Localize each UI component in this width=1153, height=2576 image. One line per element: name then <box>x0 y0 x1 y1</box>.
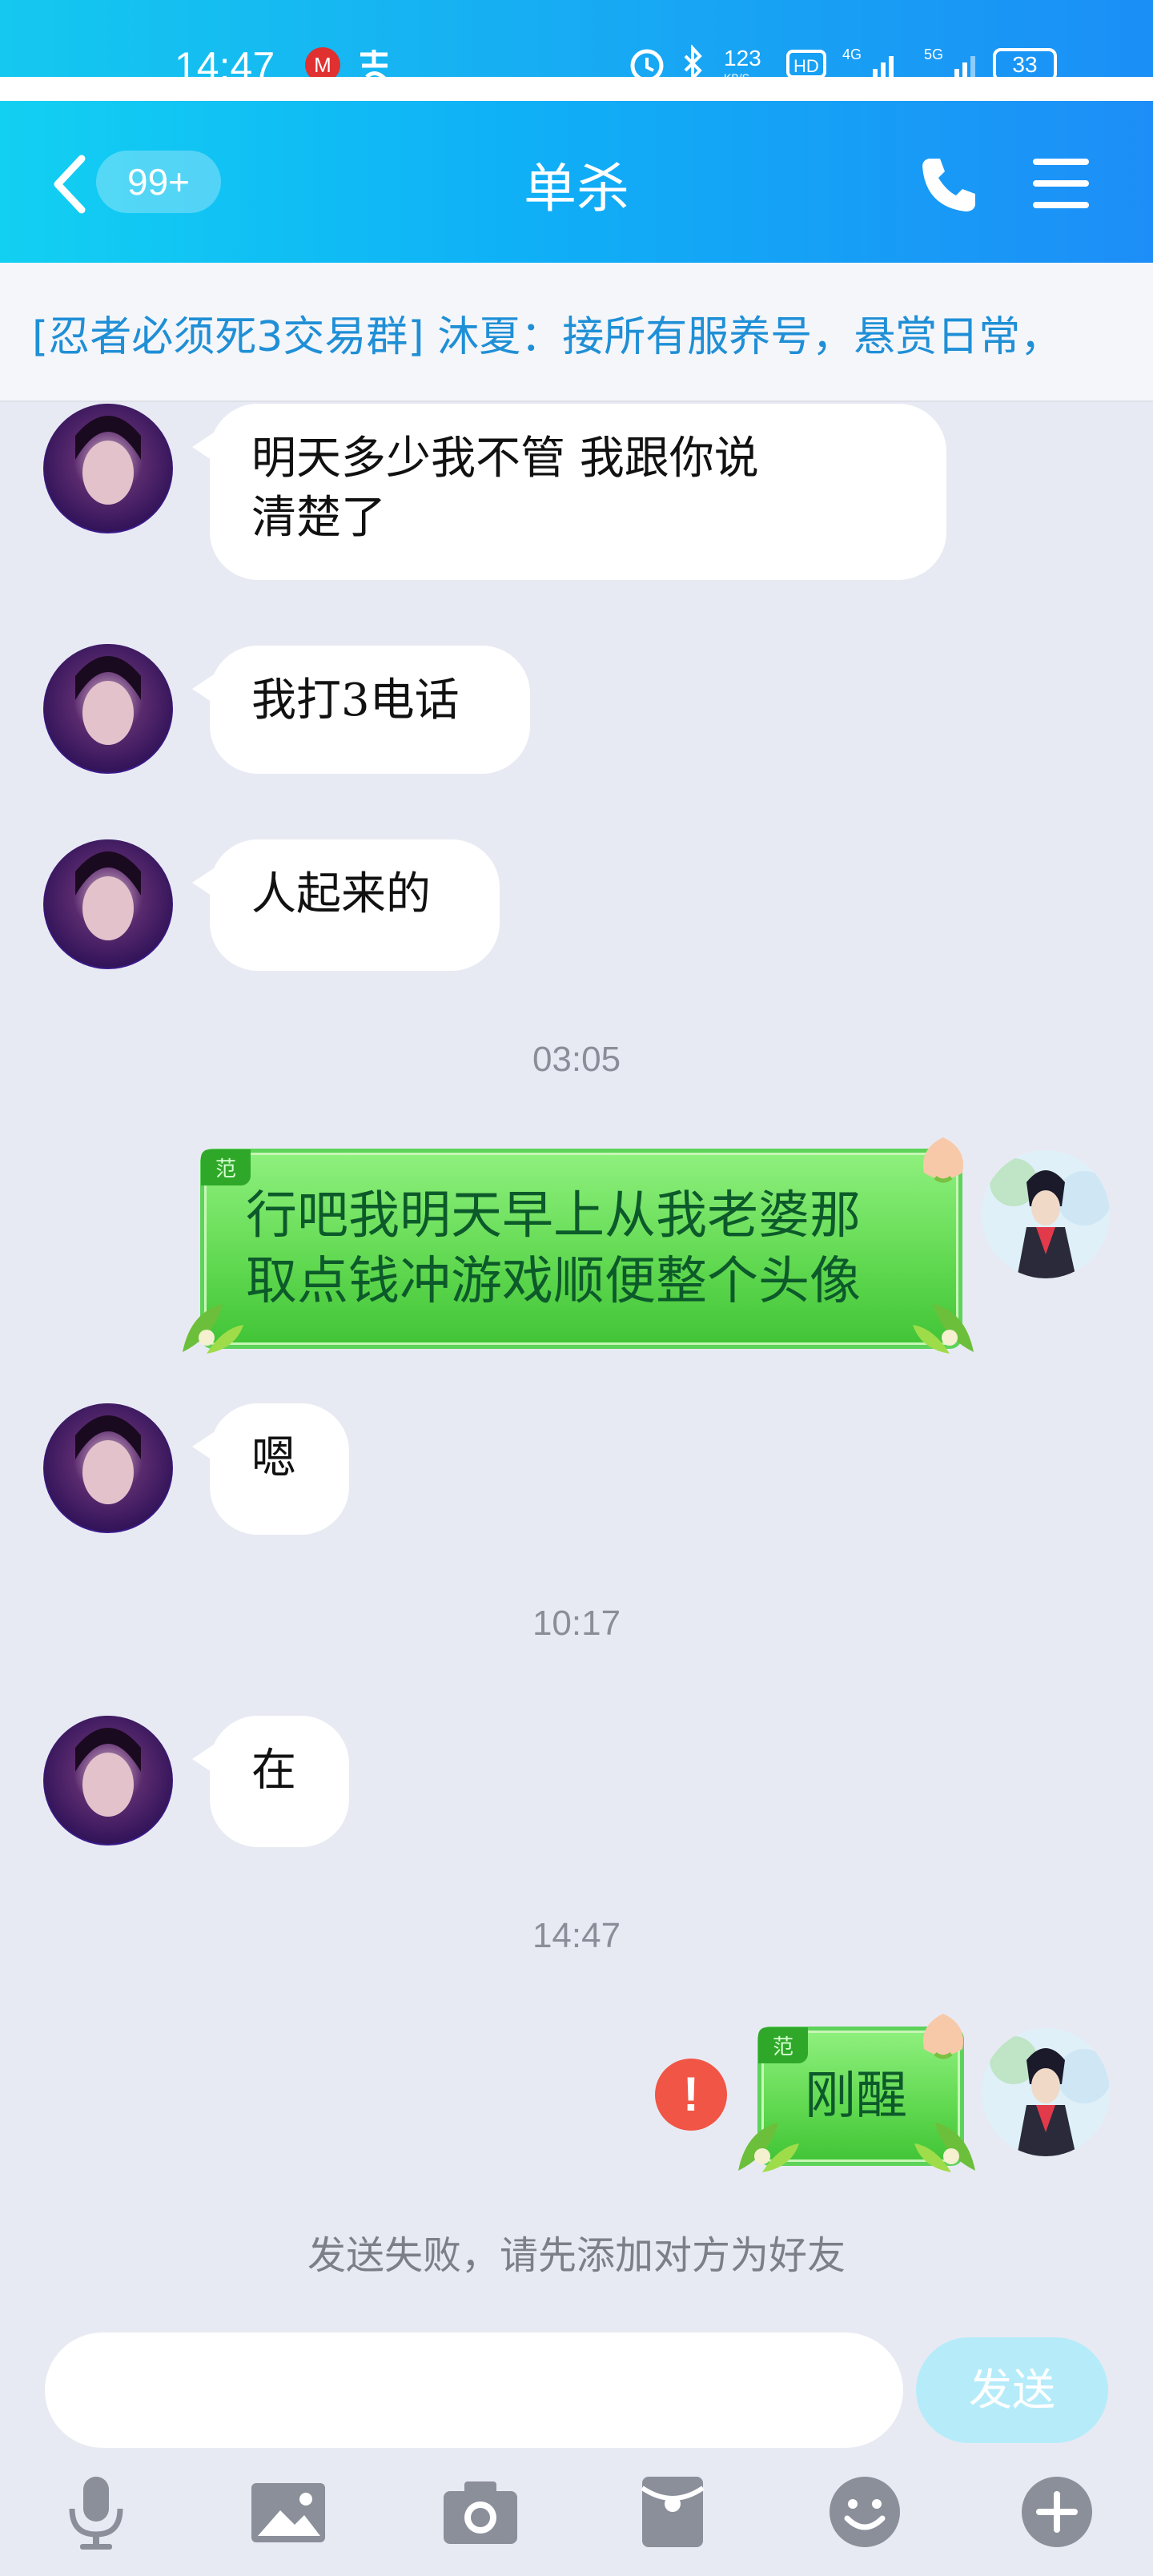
message-text: 嗯 <box>251 1432 296 1484</box>
status-bar: 14:47 M 123 KB/S HD 4G 5G 33 <box>0 0 1153 78</box>
back-arrow-icon[interactable] <box>46 152 91 216</box>
received-message-bubble[interactable]: 明天多少我不管 我跟你说 清楚了 <box>192 404 946 580</box>
received-message-bubble[interactable]: 嗯 <box>192 1403 349 1535</box>
received-message-bubble[interactable]: 人起来的 <box>192 839 500 971</box>
message-text: 我打3电话 <box>251 674 460 727</box>
message-timestamp: 10:17 <box>532 1604 621 1643</box>
group-notice-bar[interactable]: [忍者必须死3交易群] 沐夏：接所有服养号，悬赏日常， <box>0 263 1153 402</box>
message-text: 取点钱冲游戏顺便整个头像 <box>246 1252 861 1311</box>
red-packet-icon[interactable] <box>633 2472 713 2552</box>
sent-message-bubble[interactable]: 范 行吧我明天早上从我老婆那 取点钱冲游戏顺便整个头像 <box>200 1149 962 1349</box>
flower-decoration-icon <box>923 1137 963 1183</box>
microphone-icon[interactable] <box>56 2472 136 2552</box>
leaf-decoration-icon <box>913 1304 974 1354</box>
my-avatar[interactable] <box>982 2028 1110 2156</box>
alarm-icon <box>630 49 664 78</box>
emoji-icon[interactable] <box>825 2472 905 2552</box>
phone-call-icon[interactable] <box>918 154 978 215</box>
plus-icon[interactable] <box>1017 2472 1097 2552</box>
send-failed-icon[interactable]: ! <box>655 2059 727 2131</box>
my-avatar[interactable] <box>982 1150 1110 1278</box>
hd-icon: HD <box>786 50 826 78</box>
message-text: 清楚了 <box>251 492 386 544</box>
contact-avatar[interactable] <box>43 404 173 533</box>
svg-text:5G: 5G <box>924 46 943 62</box>
leaf-decoration-icon <box>914 2123 975 2172</box>
contact-avatar[interactable] <box>43 644 173 774</box>
signal-4g-icon: 4G <box>842 46 894 78</box>
status-divider <box>0 77 1153 101</box>
chat-title: 单杀 <box>524 158 629 219</box>
message-input[interactable] <box>45 2332 903 2448</box>
message-text: 行吧我明天早上从我老婆那 <box>246 1186 861 1246</box>
alipay-icon <box>360 50 388 78</box>
svg-text:M: M <box>314 53 331 77</box>
leaf-decoration-icon <box>738 2123 799 2172</box>
menu-icon[interactable] <box>1031 155 1092 211</box>
image-icon[interactable] <box>248 2472 328 2552</box>
contact-avatar[interactable] <box>43 1403 173 1533</box>
status-time: 14:47 <box>175 44 275 78</box>
bubble-tag: 范 <box>201 1149 251 1185</box>
send-failed-notice: 发送失败，请先添加对方为好友 <box>307 2233 846 2278</box>
bluetooth-icon <box>684 45 702 78</box>
send-button[interactable]: 发送 <box>916 2337 1108 2443</box>
received-message-bubble[interactable]: 我打3电话 <box>192 646 530 774</box>
message-text: 在 <box>251 1745 296 1797</box>
message-text: 明天多少我不管 我跟你说 <box>251 433 759 485</box>
leaf-decoration-icon <box>183 1304 243 1354</box>
data-speed-icon: 123 KB/S <box>724 46 761 78</box>
bubble-tag: 范 <box>758 2027 809 2063</box>
message-timestamp: 14:47 <box>532 1916 621 1955</box>
received-message-bubble[interactable]: 在 <box>192 1716 349 1847</box>
signal-5g-icon: 5G <box>924 46 975 78</box>
contact-avatar[interactable] <box>43 839 173 969</box>
message-timestamp: 03:05 <box>532 1040 621 1079</box>
bank-app-icon: M <box>305 47 340 78</box>
battery-indicator: 33 <box>993 48 1057 78</box>
camera-icon[interactable] <box>440 2472 520 2552</box>
message-text: 刚醒 <box>805 2067 907 2126</box>
unread-count-badge[interactable]: 99+ <box>96 151 221 213</box>
svg-text:4G: 4G <box>842 46 862 62</box>
message-text: 人起来的 <box>251 868 431 920</box>
svg-text:123: 123 <box>724 46 761 70</box>
chat-header: 99+ 单杀 <box>0 101 1153 263</box>
flower-decoration-icon <box>923 2014 963 2059</box>
svg-text:HD: HD <box>793 56 819 76</box>
contact-avatar[interactable] <box>43 1716 173 1845</box>
group-notice-text: [忍者必须死3交易群] 沐夏：接所有服养号，悬赏日常， <box>32 313 1063 361</box>
